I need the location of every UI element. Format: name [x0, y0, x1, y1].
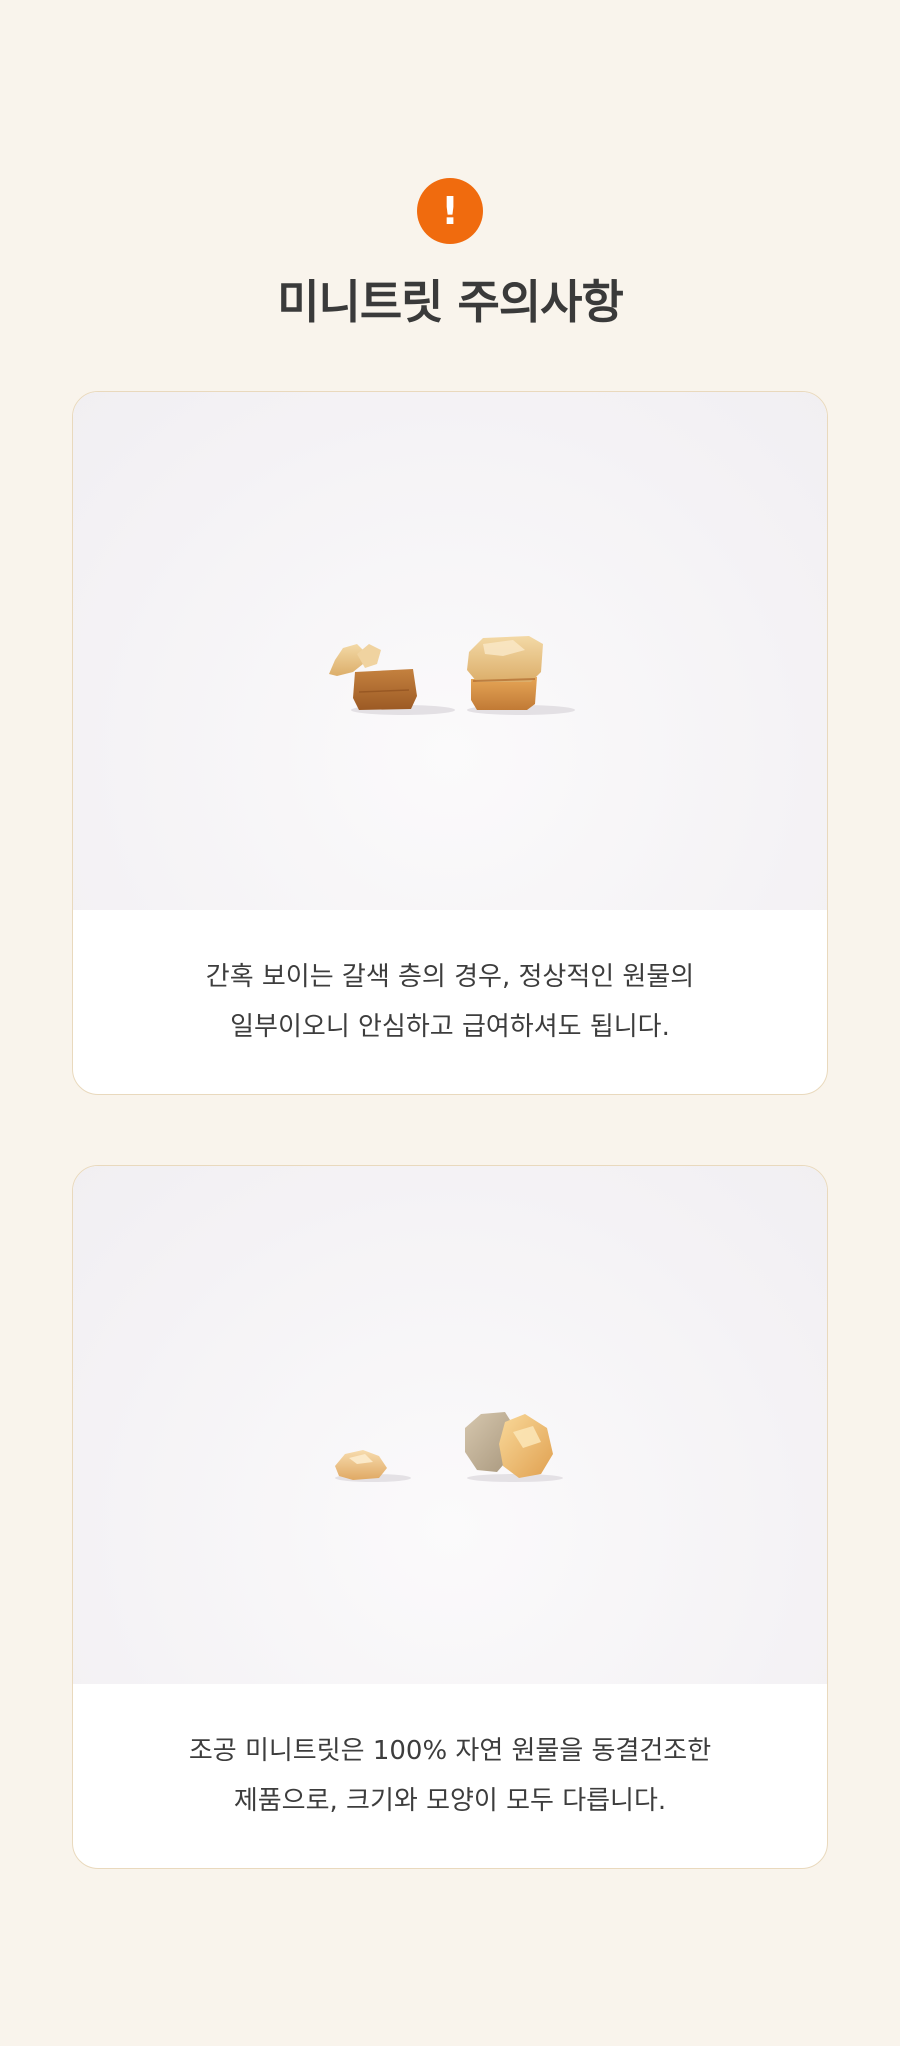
page-title: 미니트릿 주의사항 — [277, 275, 624, 329]
treat-photo-brown-layer — [73, 392, 827, 910]
exclamation-icon: ! — [417, 178, 483, 244]
caption-line: 일부이오니 안심하고 급여하셔도 됩니다. — [230, 1012, 670, 1042]
caption-line: 간혹 보이는 갈색 층의 경우, 정상적인 원물의 — [205, 962, 695, 992]
caption-line: 조공 미니트릿은 100% 자연 원물을 동결건조한 — [188, 1736, 712, 1766]
caption-line: 제품으로, 크기와 모양이 모두 다릅니다. — [233, 1786, 667, 1816]
card-caption: 조공 미니트릿은 100% 자연 원물을 동결건조한 제품으로, 크기와 모양이… — [73, 1684, 827, 1868]
treat-photo-illustration — [329, 636, 575, 715]
notice-card-brown-layer: 간혹 보이는 갈색 층의 경우, 정상적인 원물의 일부이오니 안심하고 급여하… — [72, 391, 828, 1095]
treat-photo-natural-shape — [73, 1166, 827, 1684]
card-caption: 간혹 보이는 갈색 층의 경우, 정상적인 원물의 일부이오니 안심하고 급여하… — [73, 910, 827, 1094]
treat-photo-illustration — [335, 1412, 563, 1482]
notice-card-natural-shape: 조공 미니트릿은 100% 자연 원물을 동결건조한 제품으로, 크기와 모양이… — [72, 1165, 828, 1869]
notice-header: ! 미니트릿 주의사항 — [0, 178, 900, 332]
